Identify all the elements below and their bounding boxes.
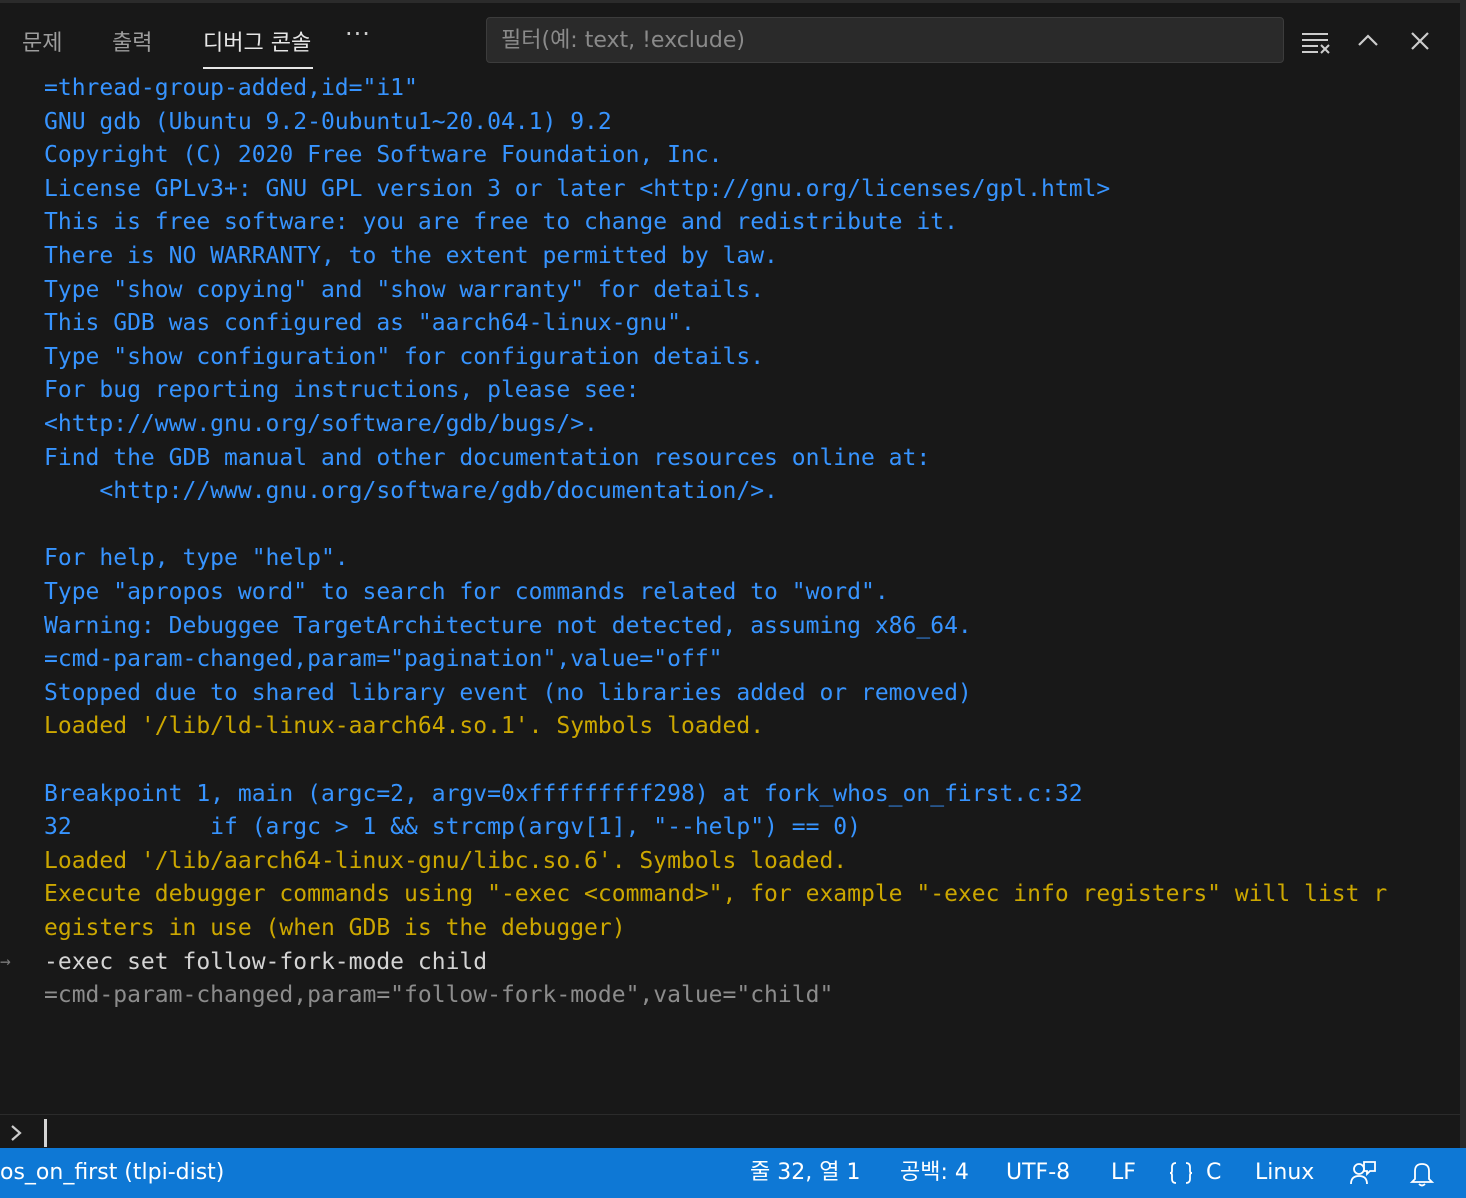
console-line: egisters in use (when GDB is the debugge… [44,915,626,941]
feedback-icon[interactable] [1348,1158,1378,1188]
console-line: Warning: Debuggee TargetArchitecture not… [44,612,972,639]
filter-box [486,17,1284,63]
panel-header: 문제 출력 디버그 콘솔 ··· [0,3,1460,73]
console-line: Loaded '/lib/aarch64-linux-gnu/libc.so.6… [44,847,848,874]
status-indentation[interactable]: 공백: 4 [900,1158,969,1188]
tab-output[interactable]: 출력 [112,25,152,57]
console-line: =cmd-param-changed,param="pagination",va… [44,646,723,673]
console-line: Find the GDB manual and other documentat… [44,444,931,471]
active-tab-indicator [203,67,313,69]
input-arrow-icon: → [0,950,11,972]
status-language[interactable]: C [1206,1158,1221,1188]
text-cursor [44,1119,47,1147]
chevron-up-icon[interactable] [1352,25,1384,57]
clear-console-icon[interactable] [1300,25,1332,57]
console-line: <http://www.gnu.org/software/gdb/documen… [44,478,778,505]
console-line: Type "apropos word" to search for comman… [44,579,889,605]
console-input-row [0,1114,1460,1151]
console-line: There is NO WARRANTY, to the extent perm… [44,243,778,269]
console-output: =thread-group-added,id="i1" GNU gdb (Ubun… [0,73,1460,1113]
console-line: Type "show configuration" for configurat… [44,343,765,370]
status-eol[interactable]: LF [1111,1158,1136,1188]
right-scrollbar-track [1460,0,1466,1148]
console-line: =thread-group-added,id="i1" [44,75,418,101]
console-line: =cmd-param-changed,param="follow-fork-mo… [44,982,834,1009]
console-line: Loaded '/lib/ld-linux-aarch64.so.1'. Sym… [44,713,765,740]
status-debug-session[interactable]: os_on_first (tlpi-dist) [0,1158,224,1188]
console-line: 32 if (argc > 1 && strcmp(argv[1], "--he… [44,814,861,841]
status-bar: os_on_first (tlpi-dist) 줄 32, 열 1 공백: 4 … [0,1148,1466,1198]
status-platform[interactable]: Linux [1255,1158,1314,1188]
console-line: For bug reporting instructions, please s… [44,377,640,404]
notifications-bell-icon[interactable] [1407,1158,1437,1188]
console-line: This is free software: you are free to c… [44,209,958,236]
console-line: Breakpoint 1, main (argc=2, argv=0xfffff… [44,780,1083,807]
console-line: License GPLv3+: GNU GPL version 3 or lat… [44,175,1111,202]
status-cursor-position[interactable]: 줄 32, 열 1 [750,1158,860,1188]
console-input-echo: -exec set follow-fork-mode child [44,948,488,975]
prompt-chevron-icon [6,1121,28,1145]
console-line: For help, type "help". [44,545,349,572]
debug-console-panel: 문제 출력 디버그 콘솔 ··· 필터(예: text, !exclude) =… [0,0,1466,1198]
more-tabs-icon[interactable]: ··· [345,20,371,48]
console-line: GNU gdb (Ubuntu 9.2-0ubuntu1~20.04.1) 9.… [44,108,612,135]
braces-icon[interactable] [1166,1158,1196,1188]
tab-problems[interactable]: 문제 [22,25,62,57]
console-input[interactable] [50,1117,1434,1151]
console-line: Execute debugger commands using "-exec <… [44,881,1388,908]
console-line: Copyright (C) 2020 Free Software Foundat… [44,142,723,169]
status-encoding[interactable]: UTF-8 [1006,1158,1070,1188]
console-line: Type "show copying" and "show warranty" … [44,276,765,303]
console-line: Stopped due to shared library event (no … [44,679,972,706]
tab-debug-console[interactable]: 디버그 콘솔 [203,25,311,57]
filter-input[interactable] [487,18,1283,62]
close-icon[interactable] [1404,25,1436,57]
console-line: This GDB was configured as "aarch64-linu… [44,310,695,337]
console-line: <http://www.gnu.org/software/gdb/bugs/>. [44,411,598,437]
